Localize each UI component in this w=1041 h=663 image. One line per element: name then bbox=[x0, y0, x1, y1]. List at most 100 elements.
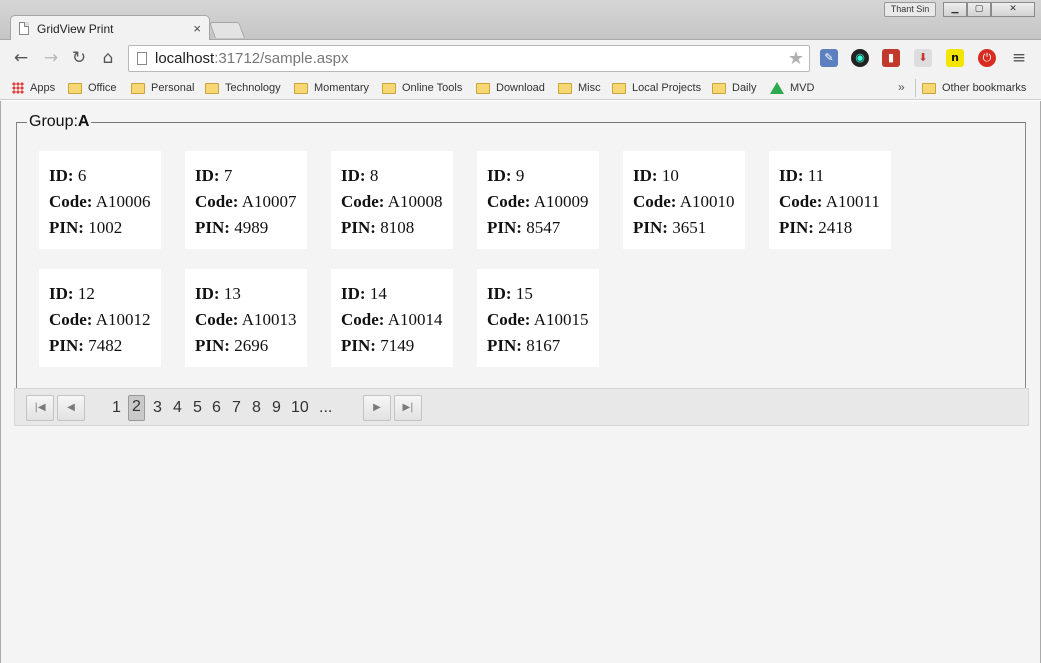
page-link-7[interactable]: 7 bbox=[232, 399, 241, 417]
record-id: 6 bbox=[77, 166, 87, 185]
record-code: A10009 bbox=[533, 192, 589, 211]
next-page-button[interactable]: ▶ bbox=[363, 395, 391, 421]
bookmarks-bar: Apps Office Personal Technology Momentar… bbox=[0, 76, 1041, 100]
record-card: ID: 6 Code: A10006 PIN: 1002 bbox=[39, 151, 161, 249]
record-card: ID: 14 Code: A10014 PIN: 7149 bbox=[331, 269, 453, 367]
record-code: A10014 bbox=[387, 310, 443, 329]
record-pin: 2696 bbox=[234, 336, 269, 355]
prev-page-button[interactable]: ◀ bbox=[57, 395, 85, 421]
record-pin: 1002 bbox=[88, 218, 123, 237]
reload-button[interactable]: ↻ bbox=[68, 48, 90, 68]
page-link-9[interactable]: 9 bbox=[272, 399, 281, 417]
page-icon bbox=[19, 22, 29, 35]
browser-toolbar: ← → ↻ ⌂ localhost:31712/sample.aspx ★ ✎ … bbox=[0, 40, 1041, 76]
record-id: 14 bbox=[369, 284, 387, 303]
record-id: 9 bbox=[515, 166, 525, 185]
bookmark-momentary[interactable]: Momentary bbox=[294, 80, 369, 96]
page-link-10[interactable]: 10 bbox=[291, 399, 309, 417]
bookmark-apps[interactable]: Apps bbox=[12, 80, 55, 96]
folder-icon bbox=[612, 82, 626, 94]
bookmark-mvd[interactable]: MVD bbox=[770, 80, 814, 96]
record-code: A10007 bbox=[241, 192, 297, 211]
group-legend: Group:A bbox=[29, 113, 90, 130]
back-button[interactable]: ← bbox=[10, 48, 32, 68]
record-card: ID: 12 Code: A10012 PIN: 7482 bbox=[39, 269, 161, 367]
user-profile-button[interactable]: Thant Sin bbox=[884, 2, 936, 17]
bookmark-daily[interactable]: Daily bbox=[712, 80, 756, 96]
record-pin: 4989 bbox=[234, 218, 269, 237]
new-tab-button[interactable] bbox=[209, 22, 245, 38]
record-code: A10013 bbox=[241, 310, 297, 329]
tab-close-icon[interactable]: × bbox=[193, 21, 201, 36]
address-bar[interactable]: localhost:31712/sample.aspx ★ bbox=[128, 45, 810, 72]
bookmarks-divider bbox=[915, 79, 916, 97]
record-pin: 8547 bbox=[526, 218, 561, 237]
folder-icon bbox=[712, 82, 726, 94]
color-wheel-extension-icon[interactable]: ◉ bbox=[851, 49, 869, 67]
block-extension-icon[interactable]: ⏻ bbox=[978, 49, 996, 67]
page-link-1[interactable]: 1 bbox=[112, 399, 121, 417]
record-id: 15 bbox=[515, 284, 533, 303]
browser-tab[interactable]: GridView Print × bbox=[10, 15, 210, 41]
eyedropper-extension-icon[interactable]: ✎ bbox=[820, 49, 838, 67]
page-link-4[interactable]: 4 bbox=[173, 399, 182, 417]
page-link-6[interactable]: 6 bbox=[212, 399, 221, 417]
bookmark-download[interactable]: Download bbox=[476, 80, 545, 96]
record-id: 13 bbox=[223, 284, 241, 303]
bookmark-misc[interactable]: Misc bbox=[558, 80, 601, 96]
record-card: ID: 8 Code: A10008 PIN: 8108 bbox=[331, 151, 453, 249]
page-current-2[interactable]: 2 bbox=[128, 395, 145, 421]
tab-title: GridView Print bbox=[37, 21, 114, 36]
record-id: 7 bbox=[223, 166, 233, 185]
minimize-button[interactable]: ▁ bbox=[943, 2, 967, 17]
folder-icon bbox=[558, 82, 572, 94]
maximize-button[interactable]: ▢ bbox=[967, 2, 991, 17]
bookmark-online-tools[interactable]: Online Tools bbox=[382, 80, 462, 96]
page-link-5[interactable]: 5 bbox=[193, 399, 202, 417]
record-id: 8 bbox=[369, 166, 379, 185]
apps-icon bbox=[12, 82, 24, 94]
bookmark-office[interactable]: Office bbox=[68, 80, 117, 96]
record-card: ID: 10 Code: A10010 PIN: 3651 bbox=[623, 151, 745, 249]
record-pin: 8167 bbox=[526, 336, 561, 355]
drive-icon bbox=[770, 82, 784, 94]
record-pin: 7149 bbox=[380, 336, 415, 355]
record-id: 10 bbox=[661, 166, 679, 185]
notes-extension-icon[interactable]: n bbox=[946, 49, 964, 67]
bookmarks-overflow-button[interactable]: » bbox=[898, 80, 905, 94]
folder-icon bbox=[382, 82, 396, 94]
download-extension-icon[interactable]: ⬇ bbox=[914, 49, 932, 67]
record-id: 11 bbox=[807, 166, 825, 185]
record-card: ID: 15 Code: A10015 PIN: 8167 bbox=[477, 269, 599, 367]
record-code: A10006 bbox=[95, 192, 151, 211]
page-link-3[interactable]: 3 bbox=[153, 399, 162, 417]
menu-button[interactable]: ≡ bbox=[1008, 48, 1030, 68]
record-code: A10008 bbox=[387, 192, 443, 211]
folder-icon bbox=[205, 82, 219, 94]
group-name: A bbox=[77, 113, 90, 130]
home-button[interactable]: ⌂ bbox=[97, 48, 119, 68]
bookmark-star-icon[interactable]: ★ bbox=[788, 48, 804, 69]
browser-titlebar: GridView Print × Thant Sin ▁ ▢ ✕ bbox=[0, 0, 1041, 41]
page-link-more[interactable]: ... bbox=[319, 399, 332, 417]
record-pin: 7482 bbox=[88, 336, 123, 355]
forward-button[interactable]: → bbox=[40, 48, 62, 68]
record-card: ID: 9 Code: A10009 PIN: 8547 bbox=[477, 151, 599, 249]
bookmark-local-projects[interactable]: Local Projects bbox=[612, 80, 701, 96]
record-card: ID: 11 Code: A10011 PIN: 2418 bbox=[769, 151, 891, 249]
record-pin: 8108 bbox=[380, 218, 415, 237]
book-extension-icon[interactable]: ▮ bbox=[882, 49, 900, 67]
window-close-button[interactable]: ✕ bbox=[991, 2, 1035, 17]
page-link-8[interactable]: 8 bbox=[252, 399, 261, 417]
bookmark-technology[interactable]: Technology bbox=[205, 80, 281, 96]
record-code: A10012 bbox=[95, 310, 151, 329]
bookmark-other[interactable]: Other bookmarks bbox=[922, 80, 1026, 96]
record-code: A10010 bbox=[679, 192, 735, 211]
folder-icon bbox=[68, 82, 82, 94]
record-id: 12 bbox=[77, 284, 95, 303]
last-page-button[interactable]: ▶| bbox=[394, 395, 422, 421]
url-path: :31712/sample.aspx bbox=[214, 50, 349, 67]
bookmark-personal[interactable]: Personal bbox=[131, 80, 194, 96]
record-pin: 2418 bbox=[818, 218, 853, 237]
first-page-button[interactable]: |◀ bbox=[26, 395, 54, 421]
